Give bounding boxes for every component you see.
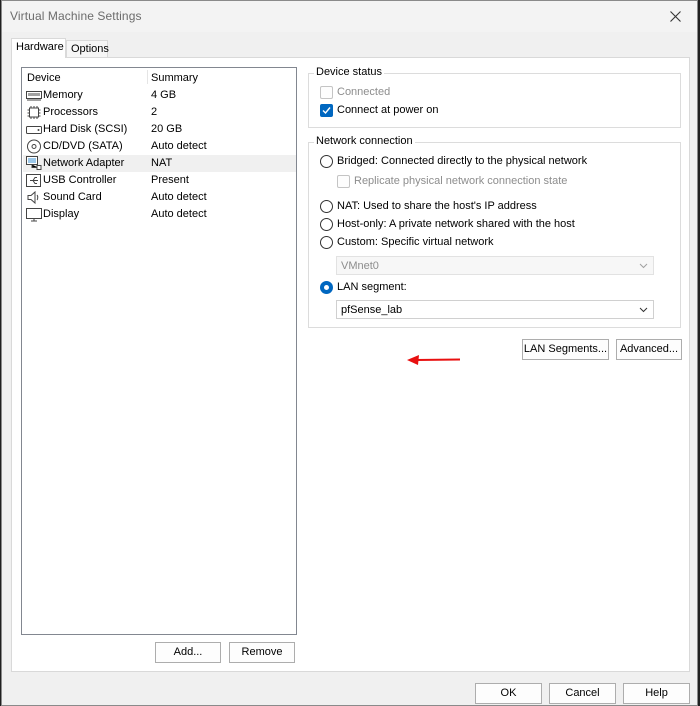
- radio-ring: [320, 155, 333, 168]
- connect-at-power-on-label: Connect at power on: [337, 104, 439, 116]
- device-summary: Auto detect: [151, 140, 207, 152]
- memory-icon: [26, 91, 42, 101]
- hardware-panel: Device Summary Memory 4 GB Processors 2 …: [11, 57, 690, 672]
- help-button[interactable]: Help: [623, 683, 690, 704]
- radio-ring: [320, 281, 333, 294]
- connected-label: Connected: [337, 86, 391, 98]
- cd-dvd-icon: [27, 139, 41, 154]
- lan-segments-button[interactable]: LAN Segments...: [522, 339, 609, 360]
- device-summary: NAT: [151, 157, 173, 169]
- bridged-label: Bridged: Connected directly to the physi…: [337, 155, 588, 167]
- device-summary: Present: [151, 174, 189, 186]
- window-title: Virtual Machine Settings: [10, 9, 142, 23]
- monitor-icon: [26, 208, 42, 222]
- network-adapter-icon: [26, 156, 42, 170]
- custom-network-value: VMnet0: [341, 260, 379, 272]
- device-row-display[interactable]: Display Auto detect: [23, 206, 296, 223]
- radio-ring: [320, 200, 333, 213]
- checkmark-icon: [322, 107, 331, 115]
- vm-settings-window: Virtual Machine Settings Hardware Option…: [1, 0, 698, 706]
- close-icon: [669, 11, 681, 22]
- lan-segment-select[interactable]: pfSense_lab: [336, 300, 654, 319]
- tab-hardware[interactable]: Hardware: [11, 38, 66, 58]
- device-name: Network Adapter: [43, 157, 125, 169]
- device-status-group: Device status Connected Connect at power…: [308, 66, 681, 128]
- device-row-usb-controller[interactable]: USB Controller Present: [23, 172, 296, 189]
- checkbox-box: [337, 175, 350, 188]
- device-summary: Auto detect: [151, 191, 207, 203]
- usb-icon: [26, 174, 41, 187]
- device-summary: Auto detect: [151, 208, 207, 220]
- device-row-sound-card[interactable]: Sound Card Auto detect: [23, 189, 296, 206]
- device-row-hard-disk[interactable]: Hard Disk (SCSI) 20 GB: [23, 121, 296, 138]
- network-connection-title: Network connection: [314, 135, 415, 147]
- device-row-cd-dvd[interactable]: CD/DVD (SATA) Auto detect: [23, 138, 296, 155]
- chevron-down-icon: [639, 307, 648, 313]
- title-bar[interactable]: Virtual Machine Settings: [2, 1, 697, 32]
- red-arrow-annotation: [407, 355, 461, 365]
- device-list[interactable]: Device Summary Memory 4 GB Processors 2 …: [21, 67, 297, 635]
- custom-network-select[interactable]: VMnet0: [336, 256, 654, 275]
- device-summary: 4 GB: [151, 89, 177, 101]
- device-list-header: Device Summary: [22, 68, 296, 86]
- lan-segment-label: LAN segment:: [337, 281, 407, 293]
- chevron-down-icon: [639, 263, 648, 269]
- device-status-title: Device status: [314, 66, 385, 78]
- nat-label: NAT: Used to share the host's IP address: [337, 200, 537, 212]
- device-name: Display: [43, 208, 80, 220]
- column-header-device[interactable]: Device: [27, 72, 61, 84]
- close-button[interactable]: [653, 1, 697, 32]
- radio-ring: [320, 218, 333, 231]
- host-only-label: Host-only: A private network shared with…: [337, 218, 575, 230]
- radio-ring: [320, 236, 333, 249]
- device-summary: 20 GB: [151, 123, 183, 135]
- lan-segment-value: pfSense_lab: [341, 304, 403, 316]
- device-row-processors[interactable]: Processors 2: [23, 104, 296, 121]
- column-separator[interactable]: [147, 70, 148, 84]
- ok-button[interactable]: OK: [475, 683, 542, 704]
- device-summary: 2: [151, 106, 158, 118]
- replicate-label: Replicate physical network connection st…: [354, 175, 568, 187]
- checkbox-box: [320, 86, 333, 99]
- device-name: Sound Card: [43, 191, 102, 203]
- hard-disk-icon: [26, 126, 42, 134]
- processor-icon: [27, 106, 41, 119]
- device-name: CD/DVD (SATA): [43, 140, 123, 152]
- network-connection-group: Network connection Bridged: Connected di…: [308, 135, 681, 328]
- checkbox-box: [320, 104, 333, 117]
- device-name: Processors: [43, 106, 99, 118]
- column-header-summary[interactable]: Summary: [151, 72, 198, 84]
- remove-device-button[interactable]: Remove: [229, 642, 295, 663]
- device-name: USB Controller: [43, 174, 117, 186]
- tab-options[interactable]: Options: [66, 40, 109, 57]
- speaker-icon: [27, 190, 39, 205]
- add-device-button[interactable]: Add...: [155, 642, 221, 663]
- device-name: Hard Disk (SCSI): [43, 123, 128, 135]
- cancel-button[interactable]: Cancel: [549, 683, 616, 704]
- custom-label: Custom: Specific virtual network: [337, 236, 494, 248]
- device-row-network-adapter[interactable]: Network Adapter NAT: [23, 155, 296, 172]
- advanced-button[interactable]: Advanced...: [616, 339, 682, 360]
- device-row-memory[interactable]: Memory 4 GB: [23, 87, 296, 104]
- device-name: Memory: [43, 89, 83, 101]
